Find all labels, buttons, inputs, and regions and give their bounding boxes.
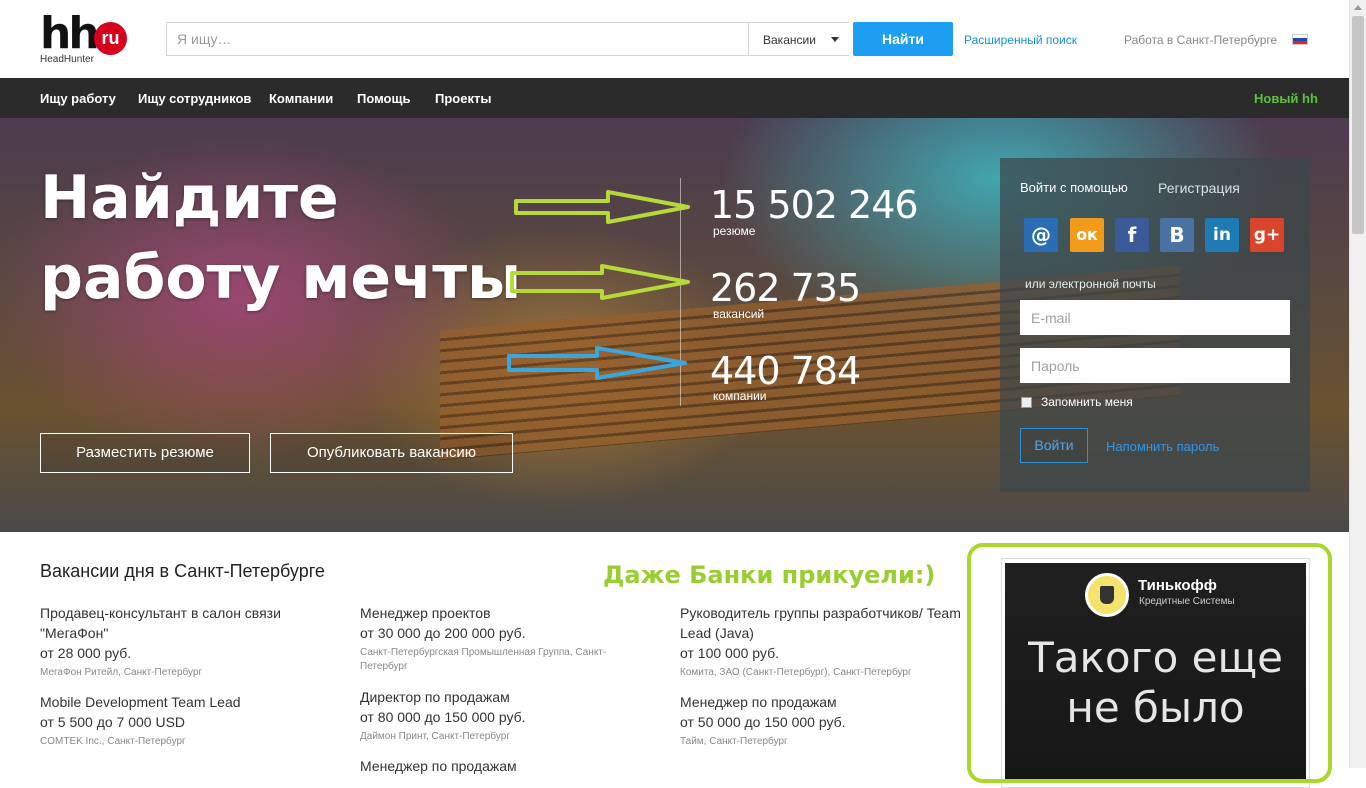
vacancy-title[interactable]: Менеджер по продажам — [680, 692, 966, 712]
russia-flag-icon[interactable] — [1292, 34, 1308, 45]
vacancy-salary: от 100 000 руб. — [680, 645, 779, 661]
vacancy-title[interactable]: Менеджер проектов — [360, 603, 630, 623]
vacancy-label: вакансий — [713, 307, 765, 321]
or-email-label: или электронной почты — [1025, 277, 1156, 291]
login-button[interactable]: Войти — [1020, 428, 1088, 463]
nav-item-job-search[interactable]: Ищу работу — [40, 91, 116, 106]
remember-me-checkbox[interactable] — [1021, 397, 1032, 408]
arrow-icon — [514, 190, 690, 224]
main-nav: Ищу работу Ищу сотрудников Компании Помо… — [0, 78, 1349, 118]
chevron-down-icon — [831, 37, 839, 42]
vacancy-title[interactable]: Руководитель группы разработчиков/ Team … — [680, 603, 966, 643]
vacancy-count: 262 735 — [710, 266, 861, 310]
forgot-password-link[interactable]: Напомнить пароль — [1106, 439, 1219, 454]
vacancy-item[interactable]: Руководитель группы разработчиков/ Team … — [680, 603, 966, 680]
arrow-icon — [507, 346, 687, 380]
arrow-icon — [510, 264, 690, 300]
resume-label: резюме — [713, 224, 756, 238]
nav-item-projects[interactable]: Проекты — [435, 91, 491, 106]
vacancy-salary: от 28 000 руб. — [40, 645, 132, 661]
search-type-value: Вакансии — [763, 33, 816, 47]
logo-subtitle: HeadHunter — [40, 54, 94, 65]
vacancy-company[interactable]: Даймон Принт, Санкт-Петербург — [360, 730, 630, 744]
odnoklassniki-icon[interactable]: ок — [1070, 218, 1104, 252]
facebook-icon[interactable]: f — [1115, 218, 1149, 252]
search-input[interactable] — [167, 23, 747, 55]
vacancy-company[interactable]: COMTEK Inc., Санкт-Петербург — [40, 735, 326, 749]
vacancy-company[interactable]: Комита, ЗАО (Санкт-Петербург), Санкт-Пет… — [680, 666, 966, 680]
logo-badge: ru — [94, 22, 127, 55]
vacancy-company[interactable]: МегаФон Ритейл, Санкт-Петербург — [40, 666, 326, 680]
scrollbar-thumb[interactable] — [1352, 16, 1364, 234]
resume-count: 15 502 246 — [710, 183, 919, 227]
vacancies-of-day-title: Вакансии дня в Санкт-Петербурге — [40, 561, 325, 581]
email-field[interactable] — [1020, 300, 1290, 335]
password-field[interactable] — [1020, 348, 1290, 383]
hh-logo[interactable]: hh ru HeadHunter — [40, 8, 130, 66]
vacancy-title[interactable]: Директор по продажам — [360, 687, 630, 707]
login-panel: Войти с помощью Регистрация @ ок f В in … — [1000, 158, 1310, 492]
site-header: hh ru HeadHunter Вакансии Найти Расширен… — [0, 0, 1349, 78]
page-scrollbar[interactable] — [1349, 0, 1366, 768]
vacancy-salary: от 5 500 до 7 000 USD — [40, 714, 186, 730]
remember-me-label: Запомнить меня — [1041, 395, 1133, 409]
vacancy-item[interactable]: Директор по продажам от 80 000 до 150 00… — [360, 687, 630, 744]
tab-register[interactable]: Регистрация — [1158, 180, 1240, 196]
search-bar: Вакансии — [166, 22, 849, 56]
vkontakte-icon[interactable]: В — [1160, 218, 1194, 252]
nav-item-companies[interactable]: Компании — [269, 91, 333, 106]
vacancy-item[interactable]: Mobile Development Team Lead от 5 500 до… — [40, 692, 326, 749]
linkedin-icon[interactable]: in — [1205, 218, 1239, 252]
vacancy-salary: от 80 000 до 150 000 руб. — [360, 709, 526, 725]
vacancy-item[interactable]: Менеджер по продажам от 50 000 до 150 00… — [680, 692, 966, 749]
find-button[interactable]: Найти — [853, 22, 953, 56]
annotation-text: Даже Банки прикуели:) — [603, 561, 936, 589]
nav-item-help[interactable]: Помощь — [357, 91, 410, 106]
vacancy-item[interactable]: Продавец-консультант в салон связи "Мега… — [40, 603, 326, 680]
new-hh-link[interactable]: Новый hh — [1254, 91, 1318, 106]
vacancy-title[interactable]: Менеджер по продажам — [360, 756, 630, 776]
vacancy-title[interactable]: Mobile Development Team Lead — [40, 692, 326, 712]
vacancy-item[interactable]: Менеджер проектов от 30 000 до 200 000 р… — [360, 603, 630, 674]
post-resume-button[interactable]: Разместить резюме — [40, 433, 250, 473]
nav-item-employee-search[interactable]: Ищу сотрудников — [138, 91, 251, 106]
vacancy-company[interactable]: Санкт-Петербургская Промышленная Группа,… — [360, 646, 630, 674]
vacancy-item[interactable]: Менеджер по продажам — [360, 756, 630, 776]
annotation-highlight-frame — [967, 543, 1332, 783]
advanced-search-link[interactable]: Расширенный поиск — [964, 33, 1077, 47]
vacancy-salary: от 50 000 до 150 000 руб. — [680, 714, 846, 730]
vacancy-title[interactable]: Продавец-консультант в салон связи "Мега… — [40, 603, 326, 643]
mail-icon[interactable]: @ — [1024, 218, 1058, 252]
vacancy-salary: от 30 000 до 200 000 руб. — [360, 625, 526, 641]
vacancy-company[interactable]: Тайм, Санкт-Петербург — [680, 735, 966, 749]
tab-login-with[interactable]: Войти с помощью — [1020, 180, 1128, 195]
company-label: компании — [713, 389, 767, 403]
google-plus-icon[interactable]: g+ — [1250, 218, 1284, 252]
scroll-up-icon[interactable] — [1354, 5, 1362, 10]
company-count: 440 784 — [710, 349, 861, 393]
publish-vacancy-button[interactable]: Опубликовать вакансию — [270, 433, 513, 473]
region-link[interactable]: Работа в Санкт-Петербурге — [1124, 33, 1277, 47]
logo-text: hh — [40, 8, 100, 59]
search-type-select[interactable]: Вакансии — [748, 23, 849, 55]
